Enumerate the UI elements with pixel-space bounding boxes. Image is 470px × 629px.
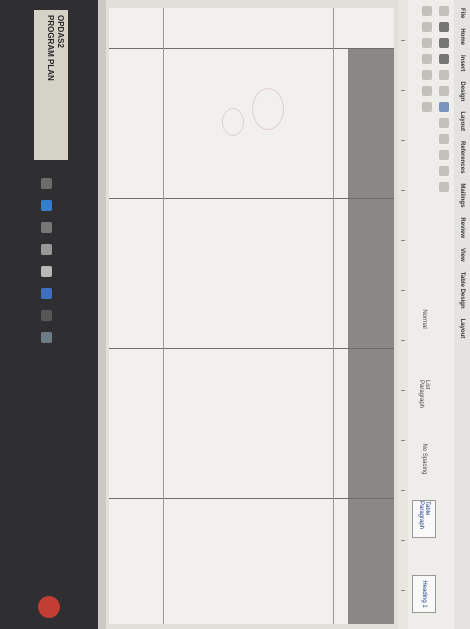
smudge [222,108,244,136]
smudge [252,88,284,130]
justify-icon[interactable] [422,54,432,64]
document-page[interactable] [109,8,394,624]
bold-icon[interactable] [439,22,449,32]
start-button[interactable] [38,596,60,618]
style-table-paragraph[interactable]: Table Paragraph [412,500,436,538]
tab-mailings[interactable]: Mailings [459,183,465,207]
style-no-spacing[interactable]: No Spacing [412,440,436,478]
photo-frame: File Home Insert Design Layout Reference… [0,0,470,629]
table-column-line [109,198,394,199]
taskbar: OPDAS2 PROGRAM PLAN [0,0,98,629]
paste-icon[interactable] [439,6,449,16]
task-view-icon[interactable] [41,178,52,189]
tab-table-layout[interactable]: Layout [459,319,465,339]
chrome-icon[interactable] [41,310,52,321]
tab-insert[interactable]: Insert [459,55,465,71]
style-normal[interactable]: Normal [412,300,436,338]
indent-icon[interactable] [439,166,449,176]
font-group [439,6,449,192]
highlight-icon[interactable] [439,118,449,128]
shading-icon[interactable] [422,86,432,96]
word-icon[interactable] [41,288,52,299]
style-list-paragraph[interactable]: List Paragraph [412,380,436,418]
style-heading-1[interactable]: Heading 1 [412,575,436,613]
strikethrough-icon[interactable] [439,70,449,80]
tab-table-design[interactable]: Table Design [459,272,465,309]
folder-title: OPDAS2 [56,15,65,48]
tab-references[interactable]: References [459,141,465,173]
underline-icon[interactable] [439,54,449,64]
store-icon[interactable] [41,244,52,255]
line-spacing-icon[interactable] [422,70,432,80]
align-center-icon[interactable] [422,22,432,32]
ribbon: Normal List Paragraph No Spacing Table P… [407,0,454,629]
numbering-icon[interactable] [439,150,449,160]
paragraph-group [422,6,432,112]
tab-layout[interactable]: Layout [459,111,465,131]
table-row-line [333,8,334,624]
align-left-icon[interactable] [422,6,432,16]
word-window: File Home Insert Design Layout Reference… [0,0,470,629]
tab-file[interactable]: File [459,8,465,18]
document-area [106,0,398,629]
ribbon-tabs: File Home Insert Design Layout Reference… [454,0,470,629]
borders-icon[interactable] [422,102,432,112]
tab-design[interactable]: Design [459,81,465,101]
horizontal-ruler[interactable] [397,0,408,629]
tab-review[interactable]: Review [459,217,465,238]
table-column-line [109,498,394,499]
table-column-line [109,48,394,49]
sort-icon[interactable] [439,182,449,192]
bullets-icon[interactable] [439,134,449,144]
italic-icon[interactable] [439,38,449,48]
table-header-row [348,48,394,624]
font-color-icon[interactable] [439,102,449,112]
window-title-tag[interactable]: OPDAS2 PROGRAM PLAN [34,10,68,160]
edge-icon[interactable] [41,200,52,211]
subscript-icon[interactable] [439,86,449,96]
settings-icon[interactable] [41,332,52,343]
file-explorer-icon[interactable] [41,222,52,233]
mail-icon[interactable] [41,266,52,277]
table-subheader-row [334,48,348,624]
table-column-line [109,348,394,349]
tab-home[interactable]: Home [459,28,465,45]
table-row-line [163,8,164,624]
status-strip [98,0,106,629]
tab-view[interactable]: View [459,248,465,262]
align-right-icon[interactable] [422,38,432,48]
folder-subtitle: PROGRAM PLAN [46,15,55,81]
